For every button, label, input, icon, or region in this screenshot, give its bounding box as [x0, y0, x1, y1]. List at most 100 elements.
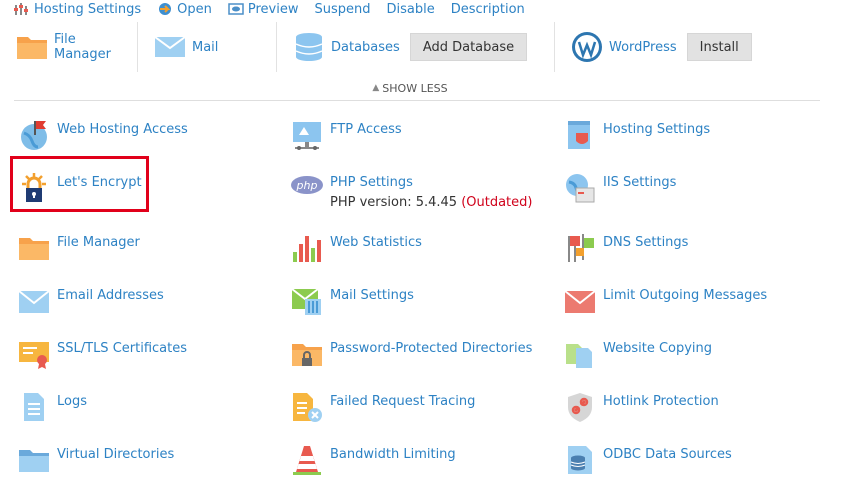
certificate-icon: [19, 342, 49, 369]
quick-mail[interactable]: Mail: [138, 22, 277, 72]
tool-web-statistics[interactable]: Web Statistics: [291, 232, 422, 264]
install-button[interactable]: Install: [686, 33, 752, 61]
traffic-cone-icon: [293, 446, 321, 475]
quick-databases-label[interactable]: Databases: [331, 40, 400, 55]
tool-limit-outgoing[interactable]: Limit Outgoing Messages: [564, 285, 767, 317]
tool-file-manager[interactable]: File Manager: [18, 232, 140, 264]
open-icon: [159, 3, 172, 15]
tool-label: Hotlink Protection: [603, 394, 719, 409]
toolbar-suspend[interactable]: Suspend: [315, 2, 371, 17]
tool-label: Email Addresses: [57, 288, 164, 303]
tool-label: Virtual Directories: [57, 447, 175, 462]
database-icon: [295, 33, 323, 61]
tool-password-protected[interactable]: Password-Protected Directories: [291, 338, 532, 370]
toolbar-label: Description: [450, 1, 525, 17]
log-file-icon: [24, 393, 44, 421]
mail-settings-icon: [291, 288, 321, 315]
copy-icon: [566, 344, 592, 368]
tool-label: File Manager: [57, 235, 140, 250]
php-version-text: PHP version: 5.4.45 (Outdated): [330, 195, 532, 210]
show-less-label: SHOW LESS: [382, 81, 448, 95]
quick-mail-label: Mail: [192, 39, 219, 55]
hotlink-shield-icon: [568, 393, 592, 422]
tool-label: PHP Settings: [330, 175, 413, 190]
tool-hosting-settings[interactable]: Hosting Settings: [564, 119, 710, 151]
toolbar-label: Preview: [247, 1, 299, 17]
php-icon: php: [291, 176, 323, 194]
iis-icon: [566, 174, 595, 203]
quick-file-manager[interactable]: File Manager: [0, 22, 138, 72]
hosting-settings-icon: [568, 121, 590, 149]
tool-label: Limit Outgoing Messages: [603, 288, 768, 303]
ftp-icon: [293, 122, 321, 150]
tool-web-hosting-access[interactable]: Web Hosting Access: [18, 119, 188, 151]
toolbar-label: Open: [177, 1, 212, 17]
virtual-folder-icon: [19, 450, 49, 472]
toolbar-label: Suspend: [314, 1, 371, 17]
tool-mail-settings[interactable]: Mail Settings: [291, 285, 414, 317]
preview-icon: [228, 3, 244, 15]
tool-php-settings[interactable]: php PHP Settings PHP version: 5.4.45 (Ou…: [291, 172, 532, 210]
tool-iis-settings[interactable]: IIS Settings: [564, 172, 676, 204]
quick-databases: Databases Add Database: [277, 22, 555, 72]
odbc-database-icon: [568, 446, 592, 474]
tool-label: Web Hosting Access: [57, 122, 188, 137]
toolbar: Hosting Settings Open Preview Suspend Di…: [14, 0, 541, 18]
toolbar-label: Hosting Settings: [34, 1, 142, 17]
tool-failed-request-tracing[interactable]: Failed Request Tracing: [291, 391, 475, 423]
highlight-box: [10, 156, 149, 212]
tool-bandwidth-limiting[interactable]: Bandwidth Limiting: [291, 444, 456, 476]
toolbar-description[interactable]: Description: [451, 2, 525, 17]
envelope-icon: [154, 36, 186, 57]
tool-label: Web Statistics: [330, 235, 422, 250]
tool-label: Mail Settings: [330, 288, 414, 303]
quick-file-manager-label-1: File: [54, 32, 76, 47]
tool-label: Website Copying: [603, 341, 713, 356]
tool-label: FTP Access: [330, 122, 402, 137]
hosting-settings-icon: [14, 3, 28, 15]
php-outdated-badge: (Outdated): [461, 195, 533, 210]
show-less-toggle[interactable]: ▲ SHOW LESS: [0, 76, 820, 100]
tool-label: Password-Protected Directories: [330, 341, 533, 356]
quick-access-row: File Manager Mail Databases Add Database…: [0, 22, 820, 72]
quick-wordpress-label[interactable]: WordPress: [609, 40, 677, 55]
tool-label: SSL/TLS Certificates: [57, 341, 187, 356]
toolbar-disable[interactable]: Disable: [387, 2, 435, 17]
dns-icon: [568, 234, 594, 262]
tool-ftp-access[interactable]: FTP Access: [291, 119, 402, 151]
svg-text:php: php: [296, 179, 318, 192]
envelope-icon: [18, 290, 50, 313]
tool-website-copying[interactable]: Website Copying: [564, 338, 712, 370]
add-database-button[interactable]: Add Database: [409, 33, 528, 61]
tool-virtual-directories[interactable]: Virtual Directories: [18, 444, 174, 476]
toolbar-preview[interactable]: Preview: [228, 2, 299, 17]
tool-logs[interactable]: Logs: [18, 391, 87, 423]
tool-label: Hosting Settings: [603, 122, 711, 137]
tool-ssl-tls[interactable]: SSL/TLS Certificates: [18, 338, 187, 370]
locked-folder-icon: [292, 344, 322, 366]
folder-icon: [19, 238, 49, 260]
php-version: PHP version: 5.4.45: [330, 195, 458, 210]
tracing-icon: [293, 393, 322, 422]
toolbar-hosting-settings[interactable]: Hosting Settings: [14, 2, 141, 17]
chevron-up-icon: ▲: [372, 83, 380, 93]
envelope-limit-icon: [564, 290, 596, 313]
tool-label: Logs: [57, 394, 87, 409]
wordpress-icon: [572, 32, 602, 62]
tool-label: Bandwidth Limiting: [330, 447, 456, 462]
folder-icon: [17, 37, 47, 59]
quick-file-manager-label-2: Manager: [54, 47, 111, 62]
tool-hotlink-protection[interactable]: Hotlink Protection: [564, 391, 719, 423]
globe-icon: [21, 121, 47, 150]
bar-chart-icon: [293, 236, 321, 262]
tool-email-addresses[interactable]: Email Addresses: [18, 285, 164, 317]
tool-label: Failed Request Tracing: [330, 394, 476, 409]
tool-label: IIS Settings: [603, 175, 677, 190]
toolbar-open[interactable]: Open: [157, 2, 212, 17]
tool-odbc[interactable]: ODBC Data Sources: [564, 444, 732, 476]
quick-wordpress: WordPress Install: [555, 22, 820, 72]
divider: [14, 100, 820, 101]
toolbar-label: Disable: [386, 1, 435, 17]
tool-label: DNS Settings: [603, 235, 689, 250]
tool-dns-settings[interactable]: DNS Settings: [564, 232, 688, 264]
